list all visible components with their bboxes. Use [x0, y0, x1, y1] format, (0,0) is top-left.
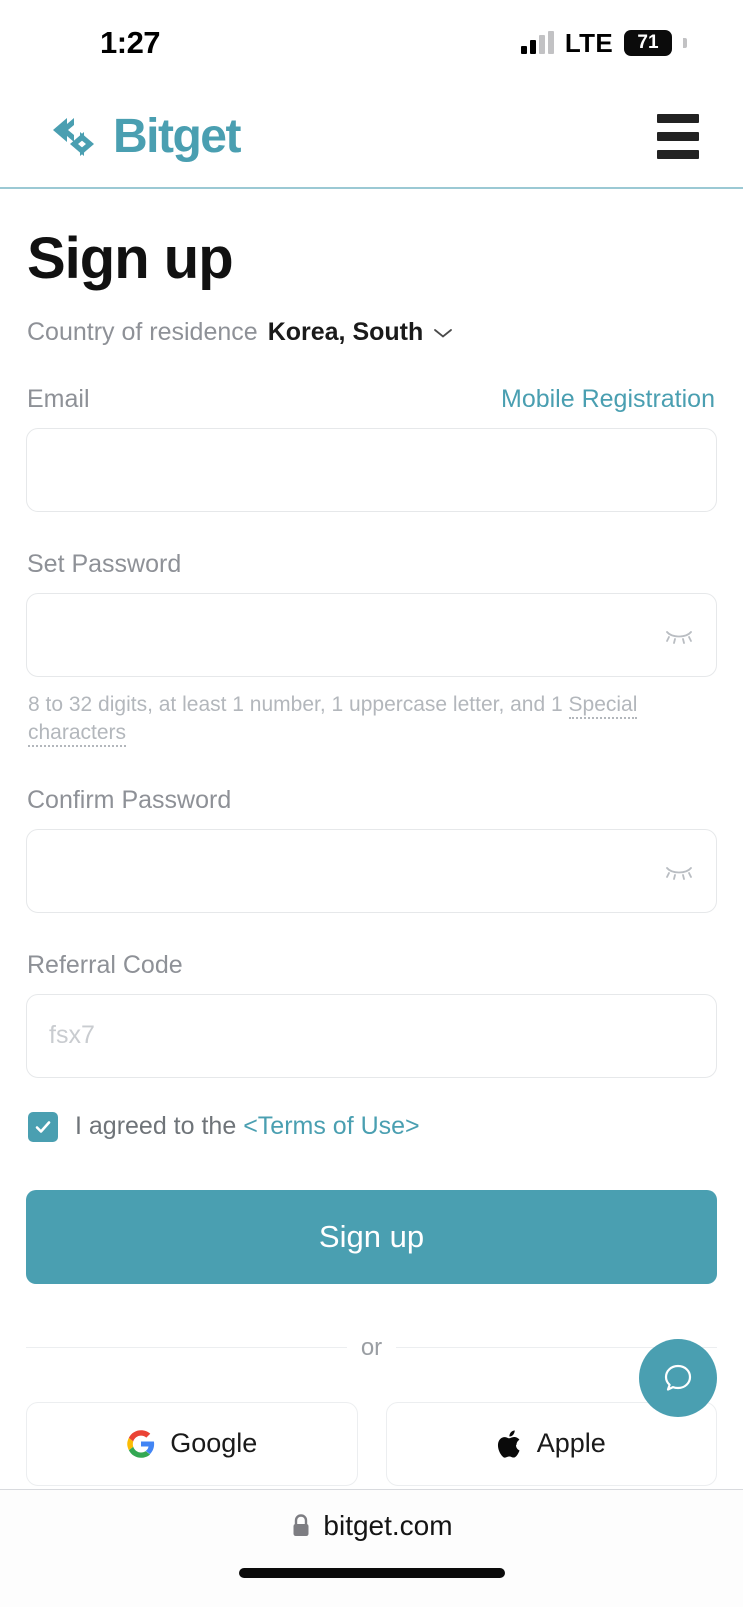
password-hint-main: 8 to 32 digits, at least 1 number, 1 upp…	[28, 693, 569, 716]
referral-label: Referral Code	[27, 950, 183, 979]
status-bar: 1:27 LTE 71	[0, 0, 743, 86]
checkmark-icon	[35, 1120, 51, 1133]
apple-logo-icon	[497, 1430, 520, 1458]
referral-code-input[interactable]	[49, 1021, 694, 1051]
url-row[interactable]: bitget.com	[290, 1510, 453, 1542]
referral-field-header: Referral Code	[27, 951, 715, 980]
hamburger-menu-icon[interactable]	[657, 114, 699, 159]
brand-name: Bitget	[113, 110, 241, 163]
password-hint: 8 to 32 digits, at least 1 number, 1 upp…	[28, 691, 668, 748]
terms-agreement-row[interactable]: I agreed to the <Terms of Use>	[28, 1111, 717, 1142]
mobile-browser-screen: 1:27 LTE 71 Bitget Sign up Country of re…	[0, 0, 743, 1607]
status-indicators: LTE 71	[520, 27, 687, 59]
signup-form: Sign up Country of residence Korea, Sout…	[0, 189, 743, 1489]
terms-of-use-link[interactable]: <Terms of Use>	[243, 1112, 419, 1140]
confirm-password-label: Confirm Password	[27, 785, 232, 814]
country-value: Korea, South	[267, 318, 424, 346]
bitget-swap-arrows-logo	[53, 117, 94, 156]
support-chat-button[interactable]	[639, 1339, 717, 1417]
lock-icon	[293, 1514, 309, 1536]
confirm-password-input-wrapper[interactable]	[26, 828, 717, 913]
password-label: Set Password	[27, 550, 182, 578]
password-input-wrapper[interactable]	[26, 593, 717, 677]
password-input[interactable]	[49, 620, 694, 650]
home-indicator	[238, 1568, 505, 1578]
page-title: Sign up	[27, 226, 234, 291]
divider-line-left	[26, 1347, 347, 1349]
email-field-header: Email Mobile Registration	[27, 385, 715, 414]
confirm-password-input[interactable]	[49, 856, 694, 886]
chevron-down-icon	[434, 328, 453, 338]
bitget-logo[interactable]: Bitget	[50, 109, 241, 164]
url-text: bitget.com	[323, 1510, 453, 1541]
carrier-label: LTE	[564, 27, 613, 58]
email-label: Email	[27, 385, 90, 413]
eye-off-icon[interactable]	[664, 862, 694, 880]
terms-agreement-text: I agreed to the <Terms of Use>	[75, 1112, 420, 1141]
site-header: Bitget	[0, 86, 743, 189]
social-login-row: Google Apple	[26, 1401, 717, 1486]
google-label: Google	[170, 1428, 258, 1459]
eye-off-icon[interactable]	[664, 626, 694, 644]
cellular-signal-icon	[520, 31, 554, 54]
battery-icon: 71	[624, 30, 687, 56]
google-g-icon	[127, 1429, 155, 1458]
status-time: 1:27	[100, 25, 161, 60]
country-of-residence-selector[interactable]: Country of residence Korea, South	[27, 318, 717, 347]
apple-label: Apple	[536, 1428, 606, 1459]
google-signin-button[interactable]: Google	[26, 1401, 358, 1486]
browser-url-bar[interactable]: bitget.com	[0, 1489, 743, 1607]
or-divider: or	[26, 1334, 717, 1362]
password-field-header: Set Password	[27, 550, 715, 579]
terms-checkbox[interactable]	[28, 1111, 58, 1142]
chat-bubble-icon	[664, 1364, 692, 1391]
referral-input-wrapper[interactable]	[26, 993, 717, 1078]
signup-button[interactable]: Sign up	[26, 1189, 717, 1284]
email-input[interactable]	[49, 455, 694, 485]
divider-label: or	[360, 1333, 383, 1361]
confirm-password-field-header: Confirm Password	[27, 786, 715, 815]
email-input-wrapper[interactable]	[26, 428, 717, 512]
country-label: Country of residence	[27, 318, 258, 346]
battery-percent: 71	[624, 30, 672, 56]
agree-label: I agreed to the	[75, 1112, 244, 1141]
mobile-registration-link[interactable]: Mobile Registration	[501, 385, 715, 414]
